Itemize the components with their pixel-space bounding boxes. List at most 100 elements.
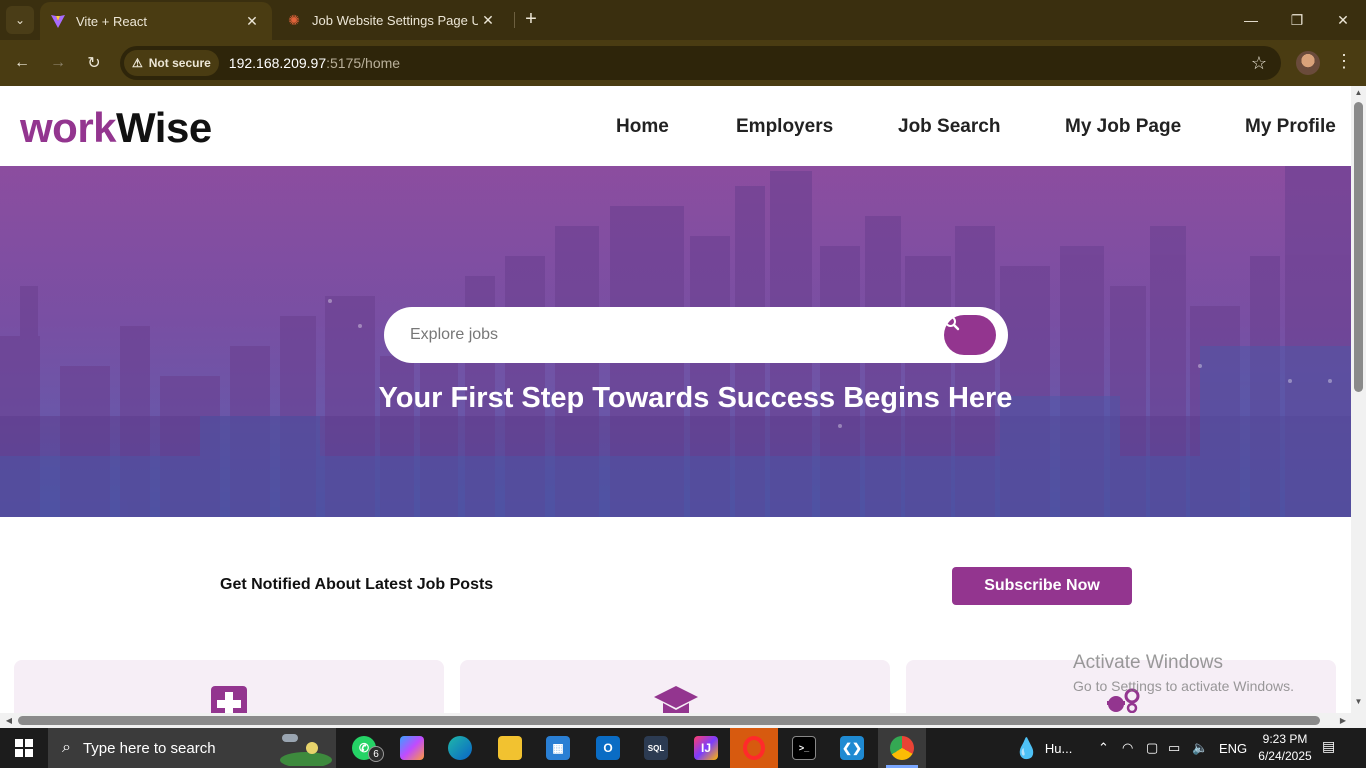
scroll-up-icon[interactable]: ▲	[1351, 88, 1366, 102]
site-logo[interactable]: workWise	[20, 104, 212, 152]
edge-app[interactable]	[436, 728, 484, 768]
tab-vite-react[interactable]: Vite + React ✕	[40, 2, 272, 40]
browser-menu-icon[interactable]: ⋮	[1334, 51, 1354, 72]
mysql-icon: SQL	[644, 736, 668, 760]
terminal-icon: >_	[792, 736, 816, 760]
weather-widget[interactable]: 💧 Hu...	[1014, 728, 1072, 768]
weather-text: Hu...	[1044, 740, 1073, 756]
windows-logo-icon	[15, 739, 33, 757]
claude-favicon-icon: ✺	[288, 11, 300, 28]
scrollbar-thumb[interactable]	[18, 716, 1320, 725]
notification-center-icon[interactable]: ▤	[1322, 738, 1344, 758]
close-tab-icon[interactable]: ✕	[242, 13, 262, 30]
vite-favicon-icon	[50, 13, 66, 29]
copilot-app[interactable]	[388, 728, 436, 768]
security-label: Not secure	[148, 56, 211, 70]
volume-icon[interactable]: 🔈	[1192, 728, 1208, 768]
tab-search-button[interactable]: ⌄	[6, 6, 34, 34]
warning-triangle-icon: ⚠	[132, 56, 143, 70]
watermark-subtitle: Go to Settings to activate Windows.	[1073, 678, 1294, 694]
hero-tagline: Your First Step Towards Success Begins H…	[378, 382, 1013, 414]
network-icon[interactable]: ◠	[1122, 728, 1133, 768]
scroll-left-icon[interactable]: ◀	[2, 713, 16, 728]
search-icon: ⌕	[62, 739, 71, 756]
intellij-app[interactable]: IJ	[682, 728, 730, 768]
restore-button[interactable]: ❐	[1274, 0, 1320, 40]
search-icon	[945, 316, 960, 331]
profile-avatar[interactable]	[1296, 51, 1320, 75]
intellij-icon: IJ	[694, 736, 718, 760]
category-card[interactable]	[460, 660, 890, 713]
meet-now-icon[interactable]: ▢	[1146, 728, 1158, 768]
edge-icon	[448, 736, 472, 760]
job-search-box	[384, 307, 1008, 363]
vscode-icon: ❮❯	[840, 736, 864, 760]
tab-job-website[interactable]: ✺ Job Website Settings Page UI - ✕	[276, 0, 508, 40]
site-header: workWise Home Employers Job Search My Jo…	[0, 86, 1351, 166]
microsoft-store-app[interactable]: ▦	[534, 728, 582, 768]
scroll-down-icon[interactable]: ▼	[1351, 697, 1366, 711]
whatsapp-badge: 6	[368, 746, 384, 762]
clock-date: 6/24/2025	[1258, 749, 1312, 763]
address-bar[interactable]: ⚠ Not secure 192.168.209.97:5175/home ☆	[120, 46, 1281, 80]
notify-text: Get Notified About Latest Job Posts	[220, 576, 494, 593]
mysql-app[interactable]: SQL	[632, 728, 680, 768]
nav-home[interactable]: Home	[616, 116, 669, 138]
browser-toolbar: ← → ↻ ⚠ Not secure 192.168.209.97:5175/h…	[0, 40, 1366, 86]
nav-my-job-page[interactable]: My Job Page	[1065, 116, 1181, 138]
hero-banner: Your First Step Towards Success Begins H…	[0, 166, 1351, 517]
browser-tab-bar: ⌄ Vite + React ✕ ✺ Job Website Settings …	[0, 0, 1366, 40]
watermark-title: Activate Windows	[1073, 652, 1223, 673]
whatsapp-app[interactable]: ✆ 6	[340, 728, 388, 768]
clock-time: 9:23 PM	[1262, 732, 1308, 746]
security-chip[interactable]: ⚠ Not secure	[124, 50, 219, 76]
logo-work: work	[20, 104, 117, 151]
close-window-button[interactable]: ✕	[1320, 0, 1366, 40]
vertical-scrollbar[interactable]: ▲ ▼	[1351, 86, 1366, 713]
logo-wise: Wise	[116, 104, 212, 151]
copilot-icon	[400, 736, 424, 760]
nav-employers[interactable]: Employers	[736, 116, 833, 138]
chrome-icon	[890, 736, 914, 760]
vscode-app[interactable]: ❮❯	[828, 728, 876, 768]
show-hidden-icons-button[interactable]: ⌃	[1098, 728, 1109, 768]
graduation-cap-icon	[654, 686, 698, 713]
url-text[interactable]: 192.168.209.97:5175/home	[229, 55, 400, 71]
category-card[interactable]	[14, 660, 444, 713]
store-icon: ▦	[546, 736, 570, 760]
tab-title: Job Website Settings Page UI -	[312, 12, 478, 28]
close-tab-icon[interactable]: ✕	[478, 12, 498, 29]
terminal-app[interactable]: >_	[780, 728, 828, 768]
subscribe-button[interactable]: Subscribe Now	[952, 567, 1132, 605]
scrollbar-thumb[interactable]	[1354, 102, 1363, 392]
taskbar-search-box[interactable]: ⌕ Type here to search	[48, 728, 336, 768]
scroll-right-icon[interactable]: ▶	[1336, 713, 1350, 728]
outlook-icon: O	[596, 736, 620, 760]
new-tab-button[interactable]: +	[520, 8, 542, 30]
back-arrow-icon[interactable]: ←	[10, 51, 34, 75]
battery-icon[interactable]: ▭	[1168, 728, 1180, 768]
horizontal-scrollbar[interactable]: ◀ ▶	[0, 713, 1366, 728]
search-input[interactable]	[410, 321, 930, 349]
language-indicator[interactable]: ENG	[1219, 728, 1247, 768]
search-button[interactable]	[944, 315, 996, 355]
nav-my-profile[interactable]: My Profile	[1245, 116, 1336, 138]
search-highlight-art-icon	[280, 734, 332, 766]
taskbar-clock[interactable]: 9:23 PM 6/24/2025	[1252, 731, 1318, 765]
opera-icon	[743, 736, 765, 760]
taskbar-search-placeholder: Type here to search	[82, 739, 216, 757]
bookmark-star-icon[interactable]: ☆	[1251, 53, 1267, 74]
start-button[interactable]	[0, 728, 48, 768]
chrome-app[interactable]	[878, 728, 926, 768]
activate-windows-watermark: Activate Windows Go to Settings to activ…	[1073, 652, 1294, 694]
opera-app[interactable]	[730, 728, 778, 768]
forward-arrow-icon[interactable]: →	[46, 51, 70, 75]
minimize-button[interactable]: —	[1228, 0, 1274, 40]
reload-icon[interactable]: ↻	[82, 51, 106, 75]
url-host: 192.168.209.97	[228, 55, 327, 71]
nav-job-search[interactable]: Job Search	[898, 116, 1000, 138]
tab-separator	[514, 12, 515, 28]
file-explorer-app[interactable]	[486, 728, 534, 768]
outlook-app[interactable]: O	[584, 728, 632, 768]
url-path: :5175/home	[326, 55, 401, 71]
